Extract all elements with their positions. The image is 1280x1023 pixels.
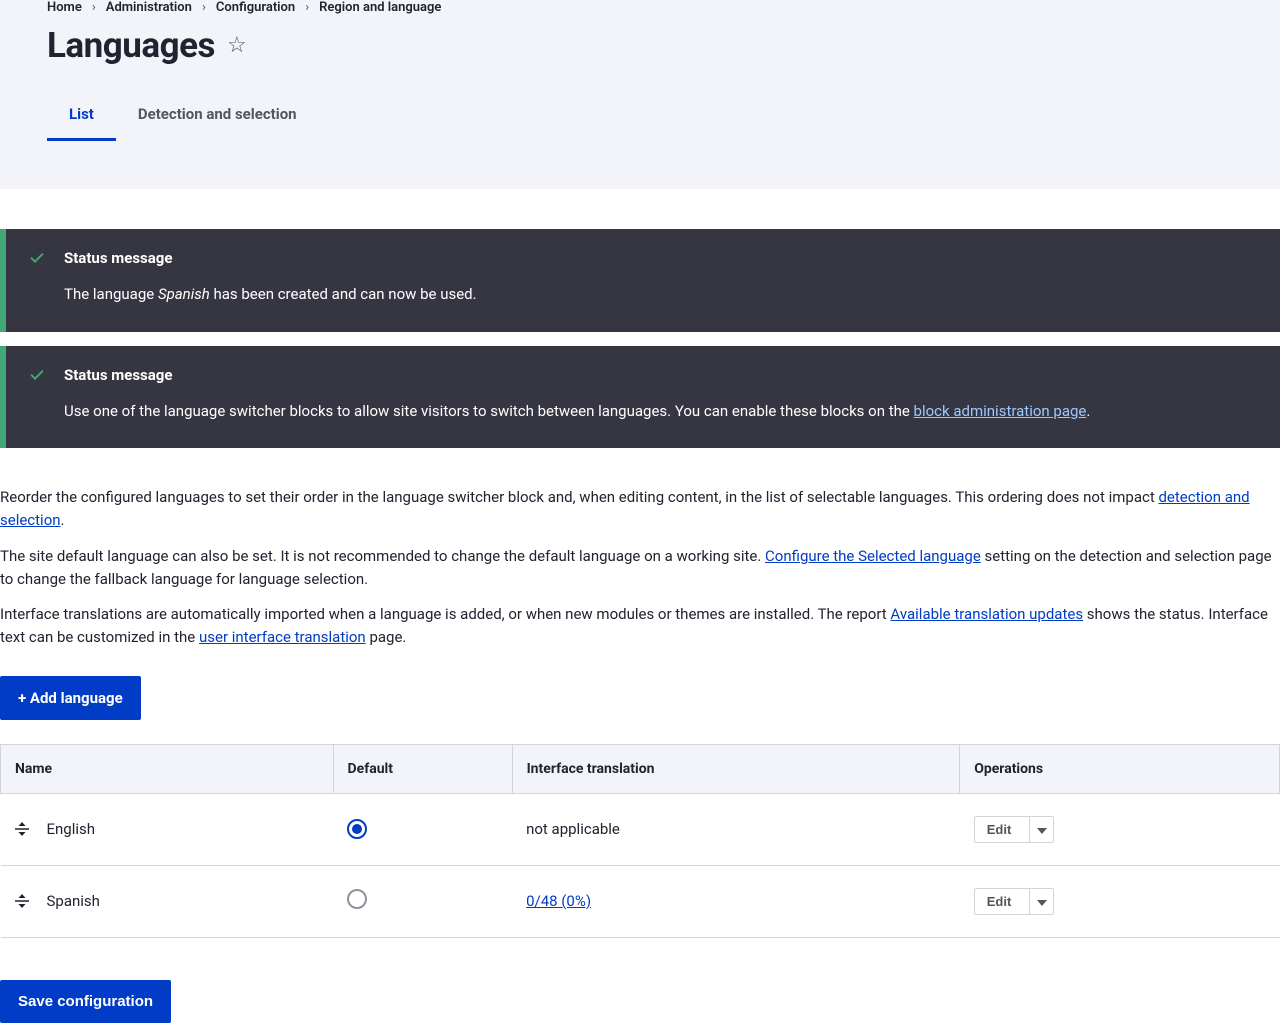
check-icon [30, 251, 44, 306]
add-language-button[interactable]: + Add language [0, 676, 141, 720]
status-message: Status message Use one of the language s… [0, 346, 1280, 449]
edit-button[interactable]: Edit [975, 817, 1030, 842]
chevron-down-icon [1037, 822, 1047, 837]
status-heading: Status message [64, 249, 1256, 267]
operations-dropbutton: Edit [974, 888, 1055, 915]
chevron-down-icon [1037, 894, 1047, 909]
star-icon[interactable]: ☆ [227, 33, 247, 58]
ui-translation-link[interactable]: user interface translation [199, 628, 366, 646]
breadcrumb-item[interactable]: Home [47, 0, 82, 15]
breadcrumb-item[interactable]: Region and language [319, 0, 441, 15]
breadcrumb-item[interactable]: Configuration [216, 0, 295, 15]
chevron-right-icon: › [305, 0, 309, 15]
language-name: English [47, 820, 96, 838]
drag-handle-icon[interactable] [15, 894, 29, 908]
table-row: Spanish 0/48 (0%) Edit [1, 865, 1280, 937]
tab-detection-and-selection[interactable]: Detection and selection [116, 92, 319, 141]
col-name: Name [1, 744, 334, 793]
block-admin-link[interactable]: block administration page [914, 402, 1087, 420]
description: Reorder the configured languages to set … [0, 486, 1280, 650]
status-text: Use one of the language switcher blocks … [64, 400, 1256, 423]
status-heading: Status message [64, 366, 1256, 384]
default-radio[interactable] [347, 819, 367, 839]
configure-selected-language-link[interactable]: Configure the Selected language [765, 547, 981, 565]
operations-dropbutton: Edit [974, 816, 1055, 843]
default-radio[interactable] [347, 889, 367, 909]
language-name: Spanish [47, 892, 100, 910]
col-operations: Operations [960, 744, 1280, 793]
chevron-right-icon: › [92, 0, 96, 15]
drag-handle-icon[interactable] [15, 822, 29, 836]
chevron-right-icon: › [202, 0, 206, 15]
page-title: Languages [47, 25, 215, 66]
check-icon [30, 368, 44, 423]
languages-table: Name Default Interface translation Opera… [0, 744, 1280, 938]
status-message: Status message The language Spanish has … [0, 229, 1280, 332]
table-row: English not applicable Edit [1, 793, 1280, 865]
breadcrumb: Home › Administration › Configuration › … [47, 0, 1233, 15]
dropbutton-toggle[interactable] [1029, 889, 1053, 914]
tabs: List Detection and selection [47, 92, 1233, 142]
breadcrumb-item[interactable]: Administration [106, 0, 192, 15]
interface-translation-cell: not applicable [512, 793, 960, 865]
tab-list[interactable]: List [47, 92, 116, 141]
save-configuration-button[interactable]: Save configuration [0, 980, 171, 1023]
edit-button[interactable]: Edit [975, 889, 1030, 914]
col-interface-translation: Interface translation [512, 744, 960, 793]
interface-translation-link[interactable]: 0/48 (0%) [526, 892, 591, 910]
status-text: The language Spanish has been created an… [64, 283, 1256, 306]
col-default: Default [333, 744, 512, 793]
dropbutton-toggle[interactable] [1029, 817, 1053, 842]
translation-updates-link[interactable]: Available translation updates [890, 605, 1083, 623]
